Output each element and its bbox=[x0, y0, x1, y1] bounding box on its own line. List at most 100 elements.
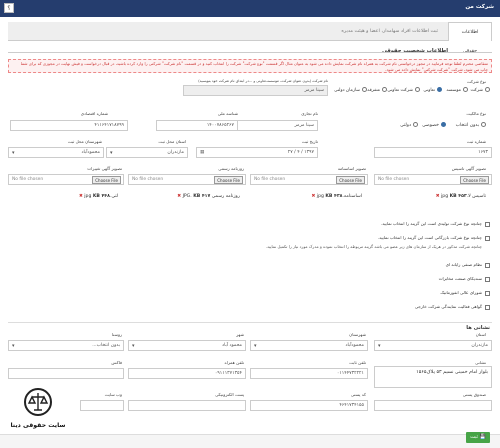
address-textarea[interactable]: بلوار امام خمینی نسیم ۵۳ پلاک۱۵۶۵ bbox=[374, 366, 492, 388]
email-label: پست الکترونیکی bbox=[215, 392, 244, 397]
top-bar: شرکت من ؟ bbox=[0, 0, 500, 17]
upload-label-1: تصویر آگهی تاسیس bbox=[451, 166, 486, 171]
tab-members[interactable]: ثبت اطلاعات افراد سهامدار، اعضا و هیئت م… bbox=[335, 22, 444, 41]
checkbox-box bbox=[485, 290, 490, 296]
uploaded-file-1: تاسیس لا.jpg KB ۴۵۳ ✖ bbox=[435, 194, 486, 199]
mobile-input[interactable]: ۰۹۱۱۱۳۷۱۳۵۴ bbox=[128, 368, 246, 379]
file-input-4[interactable]: Choose File No file chosen bbox=[8, 174, 124, 185]
email-input[interactable] bbox=[128, 400, 246, 411]
county-label: شهرستان bbox=[349, 332, 366, 337]
fax-label: فاکس bbox=[111, 360, 122, 365]
reg-date-label: تاریخ ثبت bbox=[301, 139, 318, 144]
warning-box: متقاضی محترم لطفا توجه فرمایید در مجوز د… bbox=[8, 59, 492, 73]
radio-no-selection[interactable]: بدون انتخاب bbox=[456, 122, 486, 128]
city-label: شهر bbox=[236, 332, 244, 337]
radio-dot bbox=[362, 87, 367, 92]
radio-dot bbox=[481, 122, 486, 127]
checkbox-production[interactable]: چنانچه نوع شرکت تولیدی است این گزینه را … bbox=[381, 221, 490, 227]
upload-label-4: تصویر آگهی تغییرات bbox=[87, 166, 122, 171]
mobile-label: تلفن همراه bbox=[224, 360, 245, 365]
company-name-label: نام شرکت (بدون عنوان شرکت، موسسه،تعاونی … bbox=[198, 79, 328, 83]
section-divider bbox=[8, 52, 492, 53]
upload-label-2: تصویر اساسنامه bbox=[337, 166, 366, 171]
radio-state[interactable]: دولتی bbox=[400, 122, 418, 128]
delete-icon[interactable]: ✖ bbox=[79, 194, 83, 199]
uploaded-file-3: روزنامه رسمی JPG. KB ۴۱۷ ✖ bbox=[177, 194, 240, 199]
choose-file-button[interactable]: Choose File bbox=[214, 176, 243, 184]
file-input-1[interactable]: Choose File No file chosen bbox=[374, 174, 492, 185]
website-label: وب سایت bbox=[104, 392, 122, 397]
checkbox-box bbox=[485, 262, 490, 268]
phone-label: تلفن ثابت bbox=[349, 360, 366, 365]
help-button[interactable]: ؟ bbox=[4, 3, 14, 13]
radio-governmental[interactable]: سازمان دولتی bbox=[334, 87, 367, 93]
brand-input[interactable]: سینا مرمر bbox=[236, 120, 318, 131]
radio-dot bbox=[437, 87, 442, 92]
delete-icon[interactable]: ✖ bbox=[436, 194, 440, 199]
county-select[interactable]: محمودآباد bbox=[250, 340, 368, 351]
radio-company[interactable]: شرکت bbox=[470, 87, 490, 93]
company-type-label: نوع شرکت bbox=[466, 79, 486, 84]
delete-icon[interactable]: ✖ bbox=[177, 194, 181, 199]
checkbox-org-3[interactable]: شورای عالی انفورماتیک bbox=[440, 290, 490, 296]
village-select[interactable]: بدون انتخاب... bbox=[8, 340, 124, 351]
reg-province-select[interactable]: مازندران bbox=[106, 147, 188, 158]
village-label: روستا bbox=[111, 332, 122, 337]
calendar-icon[interactable]: ▦ bbox=[200, 148, 204, 157]
radio-coop-company[interactable]: شرکت تعاونی bbox=[387, 87, 420, 93]
reg-date-input[interactable]: ▦ ۱۳۹۷ / ۴ / ۲۷ bbox=[196, 147, 318, 158]
po-box-label: صندوق پستی bbox=[462, 392, 486, 397]
national-id-label: شناسه ملی bbox=[217, 111, 238, 116]
reg-city-select[interactable]: محمودآباد bbox=[8, 147, 104, 158]
choose-file-button[interactable]: Choose File bbox=[460, 176, 489, 184]
page-title: شرکت من bbox=[465, 4, 494, 10]
choose-file-button[interactable]: Choose File bbox=[92, 176, 121, 184]
save-button[interactable]: 💾 ثبت bbox=[466, 432, 490, 443]
province-select[interactable]: مازندران bbox=[374, 340, 492, 351]
checkbox-box bbox=[485, 304, 490, 310]
checkbox-commercial[interactable]: چنانچه نوع شرکت بازرگانی است این گزینه ر… bbox=[378, 235, 490, 241]
tab-bar: اطلاعات حقوقی ثبت اطلاعات افراد سهامدار،… bbox=[8, 22, 492, 54]
save-icon: 💾 bbox=[477, 434, 486, 440]
radio-dot bbox=[441, 122, 446, 127]
uploaded-file-2: اساسنامه.jpg KB ۴۳۸ ✖ bbox=[311, 194, 362, 199]
economic-code-input[interactable]: ۴۱۱۶۴۱۷۱۸۷۹۹ bbox=[10, 120, 128, 131]
company-name-input[interactable]: سینا مرمر bbox=[183, 85, 328, 96]
checkbox-box bbox=[485, 221, 490, 227]
radio-dot bbox=[415, 87, 420, 92]
radio-misc[interactable]: متفرقه bbox=[367, 87, 387, 93]
bottom-bar bbox=[0, 434, 500, 448]
postal-code-input[interactable]: ۴۶۴۱۷۳۴۱۵۵ bbox=[250, 400, 368, 411]
checkbox-org-1[interactable]: نظام صنفی رایانه ای bbox=[446, 262, 490, 268]
checkbox-box bbox=[485, 235, 490, 241]
site-logo: سایت حقوقی دینا bbox=[6, 388, 70, 444]
checkbox-org-4[interactable]: گواهی فعالیت نمایندگی شرکت خارجی bbox=[415, 304, 490, 310]
logo-text: سایت حقوقی دینا bbox=[10, 422, 66, 429]
checkbox-box bbox=[485, 276, 490, 282]
reg-number-input[interactable]: ۱۶۷۳ bbox=[374, 147, 492, 158]
ownership-label: نوع مالکیت bbox=[466, 111, 486, 116]
po-box-input[interactable] bbox=[374, 400, 492, 411]
tab-legal-info[interactable]: اطلاعات حقوقی bbox=[448, 22, 492, 54]
province-label: استان bbox=[475, 332, 486, 337]
radio-private[interactable]: خصوصی bbox=[422, 122, 446, 128]
checkbox-org-2[interactable]: سندیکای صنعت مخابرات bbox=[439, 276, 490, 282]
phone-input[interactable]: ۰۱۱۴۴۷۳۲۲۲۱ bbox=[250, 368, 368, 379]
reg-province-label: استان محل ثبت bbox=[158, 139, 186, 144]
choose-file-button[interactable]: Choose File bbox=[336, 176, 365, 184]
address-divider bbox=[8, 322, 492, 323]
uploaded-file-4: لتی.jpg KB ۴۴۸ ✖ bbox=[78, 194, 118, 199]
radio-cooperative[interactable]: تعاونی bbox=[423, 87, 442, 93]
radio-institute[interactable]: موسسه bbox=[446, 87, 468, 93]
file-input-3[interactable]: Choose File No file chosen bbox=[128, 174, 246, 185]
delete-icon[interactable]: ✖ bbox=[311, 194, 315, 199]
fax-input[interactable] bbox=[8, 368, 124, 379]
national-id-input[interactable]: ۱۴۰۰۷۸۶۵۲۶۷ bbox=[156, 120, 238, 131]
website-input[interactable] bbox=[80, 400, 124, 411]
city-select[interactable]: محمود آباد bbox=[128, 340, 246, 351]
brand-label: نام تجاری bbox=[301, 111, 318, 116]
reg-number-label: شماره ثبت bbox=[466, 139, 486, 144]
upload-label-3: روزنامه رسمی bbox=[218, 166, 244, 171]
postal-code-label: کد پستی bbox=[350, 392, 366, 397]
file-input-2[interactable]: Choose File No file chosen bbox=[250, 174, 368, 185]
